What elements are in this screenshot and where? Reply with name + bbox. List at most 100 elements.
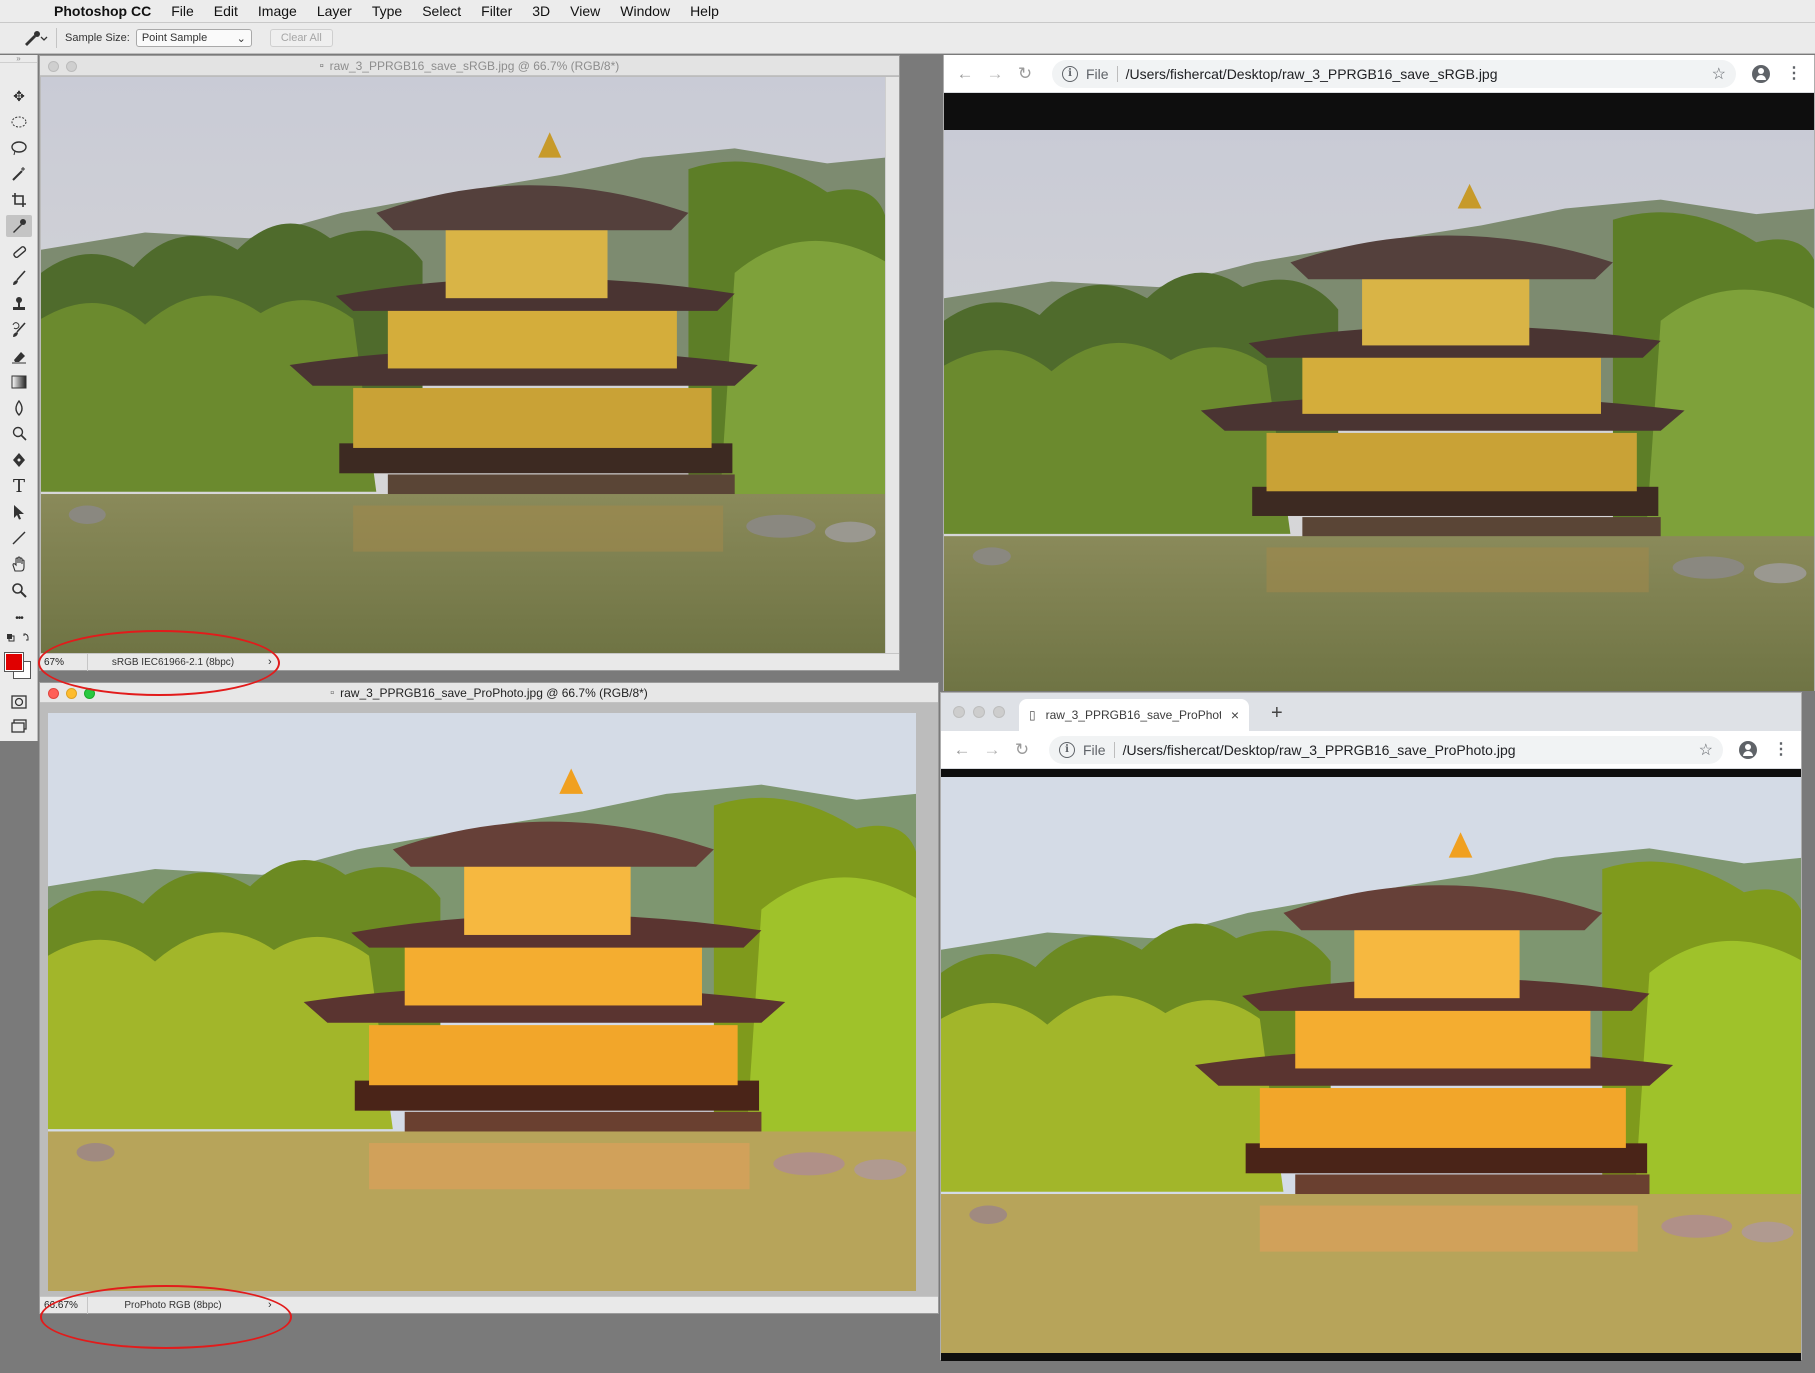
type-tool-icon[interactable]: T: [6, 475, 32, 497]
info-icon[interactable]: i: [1059, 741, 1075, 758]
sample-size-select[interactable]: Point Sample ⌄: [135, 29, 252, 47]
page-icon: ▯: [1029, 708, 1036, 722]
toolbox: » ✥ T •••: [0, 55, 38, 741]
toolbar-right: ⋮: [1744, 64, 1814, 83]
address-bar[interactable]: i File /Users/fishercat/Desktop/raw_3_PP…: [1049, 735, 1723, 764]
options-divider: [56, 28, 57, 48]
profile-avatar-icon[interactable]: [1739, 740, 1757, 759]
back-icon[interactable]: ←: [947, 740, 977, 760]
temple-photo: [48, 713, 916, 1291]
toolbar-right: ⋮: [1731, 740, 1801, 759]
bookmark-star-icon[interactable]: ☆: [1712, 64, 1726, 84]
zoom-button[interactable]: [993, 706, 1005, 718]
ps-canvas[interactable]: [48, 713, 916, 1291]
lasso-tool-icon[interactable]: [6, 137, 32, 159]
stamp-tool-icon[interactable]: [6, 293, 32, 315]
chevron-down-icon: ⌄: [236, 32, 246, 45]
browser-viewport[interactable]: [941, 769, 1801, 1361]
menu-app-name[interactable]: Photoshop CC: [52, 0, 161, 23]
address-bar[interactable]: i File /Users/fishercat/Desktop/raw_3_PP…: [1052, 59, 1736, 88]
crop-tool-icon[interactable]: [6, 189, 32, 211]
browser-toolbar: ← → ↻ i File /Users/fishercat/Desktop/ra…: [944, 55, 1814, 93]
ps-document-titlebar[interactable]: ▫ raw_3_PPRGB16_save_sRGB.jpg @ 66.7% (R…: [40, 56, 899, 76]
temple-photo: [944, 130, 1814, 691]
gradient-tool-icon[interactable]: [6, 371, 32, 393]
eyedropper-tool-icon[interactable]: [6, 215, 32, 237]
menu-3d[interactable]: 3D: [522, 0, 560, 23]
more-tools-icon[interactable]: •••: [6, 607, 32, 629]
vertical-scrollbar[interactable]: [885, 77, 899, 653]
menubar: Photoshop CC File Edit Image Layer Type …: [0, 0, 1815, 23]
zoom-tool-icon[interactable]: [6, 579, 32, 601]
history-brush-tool-icon[interactable]: [6, 319, 32, 341]
reload-icon[interactable]: ↻: [1007, 740, 1037, 760]
menu-filter[interactable]: Filter: [471, 0, 522, 23]
menu-file[interactable]: File: [161, 0, 204, 23]
profile-avatar-icon[interactable]: [1752, 64, 1770, 83]
annotation-ellipse-prophoto: [40, 1285, 292, 1349]
quick-mask-icon[interactable]: [6, 691, 32, 713]
forward-icon[interactable]: →: [977, 740, 1007, 760]
menu-view[interactable]: View: [560, 0, 610, 23]
browser-tab[interactable]: ▯ raw_3_PPRGB16_save_ProPhot ×: [1019, 699, 1249, 731]
temple-photo: [41, 77, 885, 653]
temple-photo: [941, 777, 1801, 1353]
menu-kebab-icon[interactable]: ⋮: [1786, 65, 1802, 81]
marquee-tool-icon[interactable]: [6, 111, 32, 133]
close-button[interactable]: [953, 706, 965, 718]
forward-icon[interactable]: →: [980, 64, 1010, 84]
magic-wand-tool-icon[interactable]: [6, 163, 32, 185]
swap-colors-icon[interactable]: [6, 631, 32, 645]
blur-tool-icon[interactable]: [6, 397, 32, 419]
eraser-tool-icon[interactable]: [6, 345, 32, 367]
move-tool-icon[interactable]: ✥: [6, 85, 32, 107]
eyedropper-preset-icon[interactable]: [18, 27, 52, 49]
close-tab-icon[interactable]: ×: [1231, 707, 1239, 723]
toolbox-grip[interactable]: »: [0, 55, 37, 63]
minimize-button[interactable]: [66, 61, 77, 72]
ps-canvas[interactable]: [41, 77, 885, 653]
browser-viewport[interactable]: [944, 93, 1814, 691]
screen-mode-icon[interactable]: [6, 715, 32, 737]
menu-image[interactable]: Image: [248, 0, 307, 23]
new-tab-icon[interactable]: +: [1271, 702, 1283, 725]
url-text[interactable]: /Users/fishercat/Desktop/raw_3_PPRGB16_s…: [1123, 742, 1699, 758]
minimize-button[interactable]: [66, 688, 77, 699]
menu-layer[interactable]: Layer: [307, 0, 362, 23]
menu-window[interactable]: Window: [610, 0, 680, 23]
browser-tabstrip: ▯ raw_3_PPRGB16_save_ProPhot × +: [941, 693, 1801, 731]
annotation-ellipse-srgb: [38, 630, 280, 696]
document-icon: ▫: [319, 59, 324, 72]
ps-document-prophoto[interactable]: ▫ raw_3_PPRGB16_save_ProPhoto.jpg @ 66.7…: [39, 682, 939, 1314]
healing-tool-icon[interactable]: [6, 241, 32, 263]
clear-all-button[interactable]: Clear All: [269, 29, 333, 47]
browser-toolbar: ← → ↻ i File /Users/fishercat/Desktop/ra…: [941, 731, 1801, 769]
path-select-tool-icon[interactable]: [6, 501, 32, 523]
reload-icon[interactable]: ↻: [1010, 64, 1040, 84]
browser-window-prophoto: ▯ raw_3_PPRGB16_save_ProPhot × + ← → ↻ i…: [940, 692, 1802, 1361]
line-tool-icon[interactable]: [6, 527, 32, 549]
ps-document-title: raw_3_PPRGB16_save_sRGB.jpg @ 66.7% (RGB…: [329, 58, 620, 73]
close-button[interactable]: [48, 61, 59, 72]
minimize-button[interactable]: [973, 706, 985, 718]
ps-document-srgb[interactable]: ▫ raw_3_PPRGB16_save_sRGB.jpg @ 66.7% (R…: [39, 55, 900, 671]
menu-type[interactable]: Type: [362, 0, 412, 23]
menu-edit[interactable]: Edit: [204, 0, 248, 23]
close-button[interactable]: [48, 688, 59, 699]
url-scheme: File: [1086, 65, 1118, 82]
info-icon[interactable]: i: [1062, 65, 1078, 82]
url-text[interactable]: /Users/fishercat/Desktop/raw_3_PPRGB16_s…: [1126, 66, 1712, 82]
document-icon: ▫: [330, 686, 335, 699]
ps-document-title: raw_3_PPRGB16_save_ProPhoto.jpg @ 66.7% …: [340, 685, 648, 700]
pen-tool-icon[interactable]: [6, 449, 32, 471]
menu-kebab-icon[interactable]: ⋮: [1773, 741, 1789, 757]
foreground-color-swatch[interactable]: [4, 652, 24, 672]
sample-size-label: Sample Size:: [65, 32, 130, 44]
menu-help[interactable]: Help: [680, 0, 729, 23]
dodge-tool-icon[interactable]: [6, 423, 32, 445]
bookmark-star-icon[interactable]: ☆: [1699, 740, 1713, 760]
menu-select[interactable]: Select: [412, 0, 471, 23]
hand-tool-icon[interactable]: [6, 553, 32, 575]
brush-tool-icon[interactable]: [6, 267, 32, 289]
back-icon[interactable]: ←: [950, 64, 980, 84]
